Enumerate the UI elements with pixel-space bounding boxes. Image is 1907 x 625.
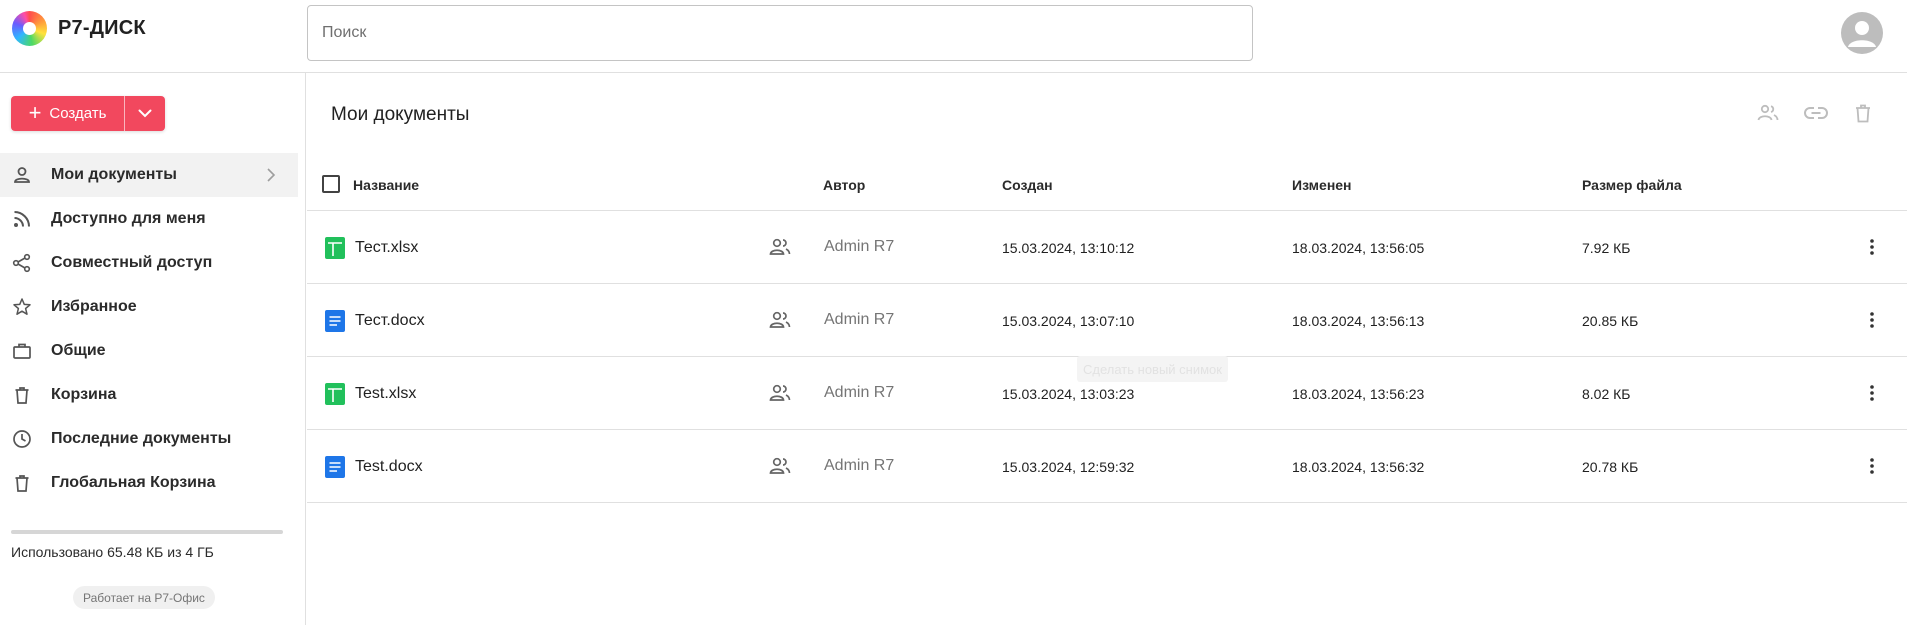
sidebar-item-label: Совместный доступ <box>51 254 213 271</box>
file-name[interactable]: Тест.docx <box>355 312 425 330</box>
sidebar-item-favorites[interactable]: Избранное <box>0 285 298 329</box>
page-title: Мои документы <box>331 104 470 125</box>
plus-icon: + <box>28 99 42 125</box>
sidebar-item-global-trash[interactable]: Глобальная Корзина <box>0 461 298 505</box>
sidebar-item-label: Глобальная Корзина <box>51 474 216 491</box>
chevron-right-icon <box>267 168 276 182</box>
sidebar-item-shared-access[interactable]: Совместный доступ <box>0 241 298 285</box>
column-header-author[interactable]: Автор <box>823 177 865 193</box>
trash-icon <box>11 384 33 406</box>
file-created: 15.03.2024, 13:03:23 <box>1002 386 1135 402</box>
create-button[interactable]: + Создать <box>11 96 124 131</box>
column-header-size[interactable]: Размер файла <box>1582 177 1682 193</box>
table-row[interactable]: Test.docx Admin R7 15.03.2024, 12:59:32 … <box>307 430 1907 503</box>
brand-name[interactable]: Р7-ДИСК <box>58 17 146 40</box>
document-icon <box>325 310 345 332</box>
table-row[interactable]: Тест.docx Admin R7 15.03.2024, 13:07:10 … <box>307 284 1907 357</box>
sidebar-item-label: Последние документы <box>51 430 232 447</box>
file-author: Admin R7 <box>824 238 895 255</box>
app-header: Р7-ДИСК <box>0 0 1907 73</box>
delete-icon[interactable] <box>1850 100 1876 126</box>
chevron-down-icon <box>138 109 152 118</box>
file-author: Admin R7 <box>824 384 895 401</box>
create-button-label: Создать <box>49 105 107 122</box>
file-size: 20.78 КБ <box>1582 459 1639 475</box>
sidebar-item-label: Мои документы <box>51 166 177 183</box>
sidebar-item-trash[interactable]: Корзина <box>0 373 298 417</box>
sidebar-item-my-documents[interactable]: Мои документы <box>0 153 298 197</box>
sidebar-item-common[interactable]: Общие <box>0 329 298 373</box>
powered-by-badge[interactable]: Работает на Р7-Офис <box>73 586 215 609</box>
file-created: 15.03.2024, 13:07:10 <box>1002 313 1135 329</box>
create-menu-toggle[interactable] <box>124 96 165 131</box>
sidebar: + Создать Мои документы Доступно для мен… <box>0 73 306 625</box>
tooltip: Сделать новый снимок <box>1077 356 1228 382</box>
sidebar-item-label: Доступно для меня <box>51 210 206 227</box>
search-input[interactable] <box>308 6 1252 60</box>
shared-users-icon[interactable] <box>768 237 792 257</box>
more-vertical-icon[interactable] <box>1861 380 1883 406</box>
star-icon <box>11 296 33 318</box>
file-name[interactable]: Тест.xlsx <box>355 239 418 257</box>
trash-icon <box>11 472 33 494</box>
file-name[interactable]: Test.xlsx <box>355 385 416 403</box>
file-modified: 18.03.2024, 13:56:13 <box>1292 313 1425 329</box>
sidebar-item-label: Избранное <box>51 298 137 315</box>
file-modified: 18.03.2024, 13:56:23 <box>1292 386 1425 402</box>
main-content: Мои документы Название Автор Создан Изме… <box>307 73 1907 625</box>
storage-usage-text: Использовано 65.48 КБ из 4 ГБ <box>11 544 214 560</box>
create-button-group: + Создать <box>11 96 165 131</box>
more-vertical-icon[interactable] <box>1861 453 1883 479</box>
shared-users-icon[interactable] <box>768 383 792 403</box>
briefcase-icon <box>11 340 33 362</box>
more-vertical-icon[interactable] <box>1861 307 1883 333</box>
sidebar-item-label: Корзина <box>51 386 117 403</box>
column-header-modified[interactable]: Изменен <box>1292 177 1352 193</box>
sidebar-item-shared-with-me[interactable]: Доступно для меня <box>0 197 298 241</box>
table-row[interactable]: Тест.xlsx Admin R7 15.03.2024, 13:10:12 … <box>307 211 1907 284</box>
file-author: Admin R7 <box>824 457 895 474</box>
file-size: 7.92 КБ <box>1582 240 1631 256</box>
sidebar-item-label: Общие <box>51 342 106 359</box>
file-created: 15.03.2024, 12:59:32 <box>1002 459 1135 475</box>
share-icon <box>11 252 33 274</box>
sidebar-item-recent[interactable]: Последние документы <box>0 417 298 461</box>
file-created: 15.03.2024, 13:10:12 <box>1002 240 1135 256</box>
file-name[interactable]: Test.docx <box>355 458 423 476</box>
person-icon <box>11 164 33 186</box>
column-header-created[interactable]: Создан <box>1002 177 1053 193</box>
spreadsheet-icon <box>325 237 345 259</box>
storage-progress-bar <box>11 530 283 534</box>
document-icon <box>325 456 345 478</box>
share-access-icon[interactable] <box>1755 100 1781 126</box>
rss-icon <box>11 208 33 230</box>
link-icon[interactable] <box>1803 100 1829 126</box>
avatar[interactable] <box>1841 12 1883 54</box>
file-modified: 18.03.2024, 13:56:05 <box>1292 240 1425 256</box>
spreadsheet-icon <box>325 383 345 405</box>
column-header-name[interactable]: Название <box>353 177 419 193</box>
file-modified: 18.03.2024, 13:56:32 <box>1292 459 1425 475</box>
clock-icon <box>11 428 33 450</box>
user-icon <box>1848 21 1876 47</box>
table-header: Название Автор Создан Изменен Размер фай… <box>307 156 1907 211</box>
select-all-checkbox[interactable] <box>322 175 340 193</box>
sidebar-nav: Мои документы Доступно для меня Совместн… <box>0 153 298 505</box>
search-field[interactable] <box>307 5 1253 61</box>
shared-users-icon[interactable] <box>768 310 792 330</box>
r7-logo-icon[interactable] <box>12 11 47 46</box>
file-author: Admin R7 <box>824 311 895 328</box>
shared-users-icon[interactable] <box>768 456 792 476</box>
file-size: 8.02 КБ <box>1582 386 1631 402</box>
file-size: 20.85 КБ <box>1582 313 1639 329</box>
more-vertical-icon[interactable] <box>1861 234 1883 260</box>
